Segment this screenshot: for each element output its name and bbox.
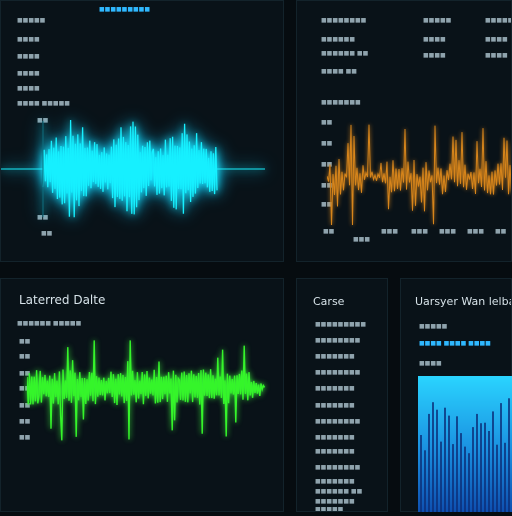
bm-title: Carse	[313, 295, 345, 308]
tl-label-1: ■■■■■	[17, 17, 46, 24]
bl-title: Laterred Dalte	[19, 293, 106, 307]
tl-axis-bottom-2: ■■	[41, 230, 53, 237]
panel-top-left: ■■■■■ ■■■■■■■■■ ■■■■ ■■■■ ■■■■ ■■■■ ■■■■…	[0, 0, 284, 262]
tr-xtick-7: ■■	[495, 228, 507, 235]
br-line-3: ■■■■	[419, 360, 442, 367]
tl-label-4: ■■■■	[17, 70, 40, 77]
tr-xtick-5: ■■■	[439, 228, 457, 235]
tr-c3-2: ■■■■	[485, 36, 508, 43]
tr-xtick-6: ■■■	[467, 228, 485, 235]
bm-item-12[interactable]: ■■■■■■ ■■	[315, 489, 362, 495]
tr-c1-5: ■■■■■■■	[321, 99, 361, 106]
tl-label-5: ■■■■	[17, 85, 40, 92]
tr-c2-1: ■■■■■	[423, 17, 452, 24]
bm-item-11[interactable]: ■■■■■■■	[315, 479, 355, 485]
tr-xtick-4: ■■■	[411, 228, 429, 235]
bm-item-4[interactable]: ■■■■■■■■	[315, 370, 360, 376]
green-waveform	[27, 340, 266, 441]
bm-item-13[interactable]: ■■■■■■■	[315, 499, 355, 505]
bm-item-6[interactable]: ■■■■■■■	[315, 403, 355, 409]
orange-waveform	[327, 124, 511, 225]
tl-header-link[interactable]: ■■■■■■■■■	[99, 7, 150, 13]
panel-bottom-left: Laterred Dalte ■■■■■■ ■■■■■ ■■ ■■ ■■ ■■ …	[0, 278, 284, 512]
tr-c1-4: ■■■■ ■■	[321, 68, 357, 75]
bm-item-2[interactable]: ■■■■■■■■	[315, 338, 360, 344]
tl-label-2: ■■■■	[17, 36, 40, 43]
cyan-waveform	[1, 119, 265, 218]
panel-bottom-mid: Carse ■■■■■■■■■ ■■■■■■■■ ■■■■■■■ ■■■■■■■…	[296, 278, 388, 512]
tr-c3-1: ■■■■■	[485, 17, 512, 24]
tr-c2-3: ■■■■	[423, 52, 446, 59]
tl-label-6: ■■■■ ■■■■■	[17, 100, 70, 107]
tr-xtick-3: ■■■	[381, 228, 399, 235]
bm-item-7[interactable]: ■■■■■■■■	[315, 419, 360, 425]
tr-c1-2: ■■■■■■	[321, 36, 356, 43]
bm-item-9[interactable]: ■■■■■■■	[315, 449, 355, 455]
tr-c3-3: ■■■■	[485, 52, 508, 59]
br-line-2[interactable]: ■■■■ ■■■■ ■■■■	[419, 341, 491, 347]
bm-item-14[interactable]: ■■■■■	[315, 507, 343, 512]
tr-c2-2: ■■■■	[423, 36, 446, 43]
blue-bar-lines	[420, 398, 510, 512]
tl-label-3: ■■■■	[17, 53, 40, 60]
bm-item-10[interactable]: ■■■■■■■■	[315, 465, 360, 471]
bm-item-3[interactable]: ■■■■■■■	[315, 354, 355, 360]
bm-item-8[interactable]: ■■■■■■■	[315, 435, 355, 441]
tr-c1-3: ■■■■■■ ■■	[321, 50, 369, 57]
br-line-1: ■■■■■	[419, 323, 448, 330]
bm-item-5[interactable]: ■■■■■■■	[315, 386, 355, 392]
blue-bar-visual	[418, 376, 512, 512]
tr-c1-1: ■■■■■■■■	[321, 17, 367, 24]
bm-item-1[interactable]: ■■■■■■■■■	[315, 322, 366, 328]
tr-xtick-2: ■■■	[353, 236, 371, 243]
panel-top-right: ■■■■■■■■ ■■■■■■ ■■■■■■ ■■ ■■■■ ■■ ■■■■■■…	[296, 0, 512, 262]
bl-subtitle: ■■■■■■ ■■■■■	[17, 320, 82, 327]
br-title: Uarsyer Wan lelbant	[415, 295, 511, 308]
tr-xtick-1: ■■	[323, 228, 335, 235]
